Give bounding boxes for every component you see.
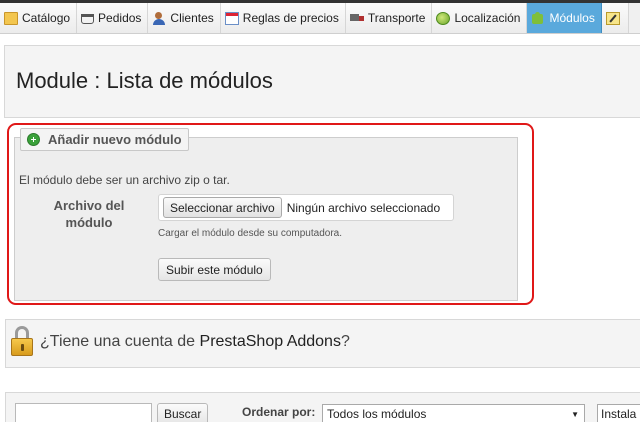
install-filter-value: Instala: [601, 407, 637, 421]
folder-icon: [4, 11, 18, 25]
top-nav: Catálogo Pedidos Clientes Reglas de prec…: [0, 0, 640, 34]
tab-transporte[interactable]: Transporte: [345, 3, 433, 33]
tab-label: Transporte: [367, 11, 426, 25]
chevron-down-icon: ▼: [571, 409, 579, 419]
tab-label: Clientes: [170, 11, 214, 25]
addons-brand: PrestaShop Addons: [199, 333, 341, 350]
tab-label: Módulos: [549, 11, 595, 25]
lock-icon: [11, 326, 33, 356]
puzzle-icon: [531, 11, 545, 25]
order-by-value: Todos los módulos: [327, 407, 427, 421]
tab-catalogo[interactable]: Catálogo: [0, 3, 78, 33]
addons-prefix: ¿Tiene una cuenta de: [40, 333, 200, 350]
notepad-icon: [605, 11, 620, 25]
install-filter-select[interactable]: Instala: [597, 404, 640, 422]
tab-localizacion[interactable]: Localización: [432, 3, 528, 33]
addons-question[interactable]: ¿Tiene una cuenta de PrestaShop Addons?: [40, 333, 350, 351]
search-button[interactable]: Buscar: [157, 403, 209, 422]
price-rules-icon: [224, 11, 239, 25]
tab-clientes[interactable]: Clientes: [148, 3, 221, 33]
order-by-label: Ordenar por:: [242, 405, 316, 419]
tab-modulos[interactable]: Módulos: [527, 3, 602, 33]
cart-icon: [81, 14, 95, 24]
user-icon: [152, 11, 166, 25]
tab-pedidos[interactable]: Pedidos: [77, 3, 149, 33]
module-search-input[interactable]: [15, 403, 152, 422]
globe-icon: [436, 11, 451, 25]
order-by-select[interactable]: Todos los módulos ▼: [322, 404, 585, 422]
tab-label: Localización: [454, 11, 521, 25]
tab-label: Reglas de precios: [242, 11, 339, 25]
tab-more[interactable]: [601, 3, 629, 33]
addons-suffix: ?: [340, 333, 350, 350]
tab-label: Catálogo: [22, 11, 71, 25]
tab-label: Pedidos: [98, 11, 142, 25]
page-title: Module : Lista de módulos: [16, 68, 273, 93]
highlight-annotation: [7, 123, 534, 305]
truck-icon: [349, 12, 364, 25]
tab-reglas-de-precios[interactable]: Reglas de precios: [220, 3, 346, 33]
